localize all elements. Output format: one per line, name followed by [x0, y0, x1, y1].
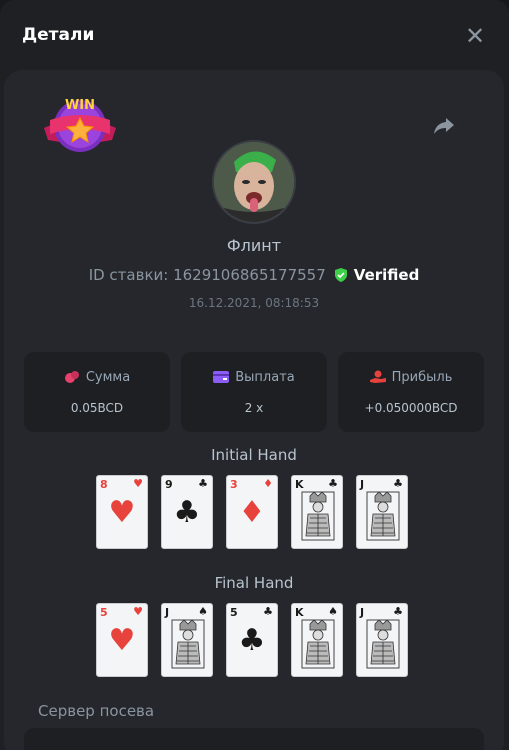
- modal-title: Детали: [22, 25, 95, 45]
- stat-profit-label: Прибыль: [391, 370, 453, 385]
- playing-card: 5 ♣ ♣: [226, 603, 278, 677]
- bet-details-panel: WIN Флинт ID ставки: 1629106865177557 Ver…: [4, 70, 504, 750]
- card-suit-icon: ♠: [328, 605, 338, 618]
- playing-card: K ♠: [291, 603, 343, 677]
- initial-hand-title: Initial Hand: [211, 446, 297, 464]
- card-suit-icon: ♥: [133, 605, 143, 618]
- card-rank: J: [360, 478, 365, 491]
- card-suit-big-icon: ♥: [108, 623, 136, 658]
- bet-id-line: ID ставки: 1629106865177557 Verified: [4, 266, 504, 284]
- playing-card: 8 ♥ ♥: [96, 475, 148, 549]
- playing-card: J ♣: [356, 603, 408, 677]
- stat-amount-label-row: Сумма: [24, 370, 170, 385]
- stat-profit: Прибыль +0.050000BCD: [338, 352, 484, 432]
- stat-amount-value: 0.05BCD: [70, 401, 124, 415]
- stat-profit-label-row: Прибыль: [338, 370, 484, 385]
- card-suit-big-icon: ♣: [173, 495, 201, 530]
- verified-shield-icon: [334, 268, 347, 282]
- server-seed-field[interactable]: [24, 728, 484, 750]
- card-rank: 3: [230, 478, 238, 491]
- details-modal: Детали ✕ WIN Флинт ID ставки: 1629106865…: [0, 0, 509, 750]
- card-rank: 8: [100, 478, 108, 491]
- win-badge-icon: WIN: [44, 98, 116, 152]
- playing-card: 3 ♦ ♦: [226, 475, 278, 549]
- bet-date: 16.12.2021, 08:18:53: [188, 296, 320, 310]
- card-suit-icon: ♦: [263, 477, 273, 490]
- card-suit-icon: ♣: [393, 477, 403, 490]
- playing-card: K ♣: [291, 475, 343, 549]
- card-suit-big-icon: ♥: [108, 495, 136, 530]
- player-name: Флинт: [226, 236, 282, 255]
- card-suit-big-icon: ♣: [238, 623, 266, 658]
- face-card-art-icon: [301, 491, 335, 541]
- stat-payout-value: 2 x: [244, 401, 264, 415]
- card-rank: 9: [165, 478, 173, 491]
- final-hand-title: Final Hand: [214, 574, 294, 592]
- avatar: [212, 140, 296, 224]
- stat-payout: Выплата 2 x: [181, 352, 327, 432]
- stat-payout-label: Выплата: [235, 370, 295, 385]
- card-suit-icon: ♣: [328, 477, 338, 490]
- wallet-icon: [213, 371, 230, 383]
- card-suit-icon: ♣: [263, 605, 273, 618]
- coins-icon: [64, 371, 79, 383]
- final-hand-cards: 5 ♥ ♥ J ♠ 5 ♣ ♣ K ♠ J ♣: [4, 603, 504, 679]
- face-card-art-icon: [366, 491, 400, 541]
- badge-text: WIN: [65, 98, 95, 113]
- card-suit-icon: ♣: [393, 605, 403, 618]
- card-suit-big-icon: ♦: [238, 495, 266, 530]
- playing-card: 9 ♣ ♣: [161, 475, 213, 549]
- card-suit-icon: ♠: [198, 605, 208, 618]
- card-rank: J: [360, 606, 365, 619]
- server-seed-label: Сервер посева: [38, 702, 155, 720]
- stat-profit-value: +0.050000BCD: [364, 401, 458, 415]
- face-card-art-icon: [366, 619, 400, 669]
- card-suit-icon: ♣: [198, 477, 208, 490]
- card-rank: 5: [230, 606, 238, 619]
- initial-hand-cards: 8 ♥ ♥ 9 ♣ ♣ 3 ♦ ♦ K ♣ J ♣: [4, 475, 504, 551]
- verified-label: Verified: [353, 266, 420, 284]
- close-icon[interactable]: ✕: [462, 24, 488, 50]
- stats-row: Сумма 0.05BCD Выплата 2 x Прибыль +0.050…: [24, 352, 484, 434]
- modal-header: Детали ✕: [0, 0, 509, 70]
- stat-amount: Сумма 0.05BCD: [24, 352, 170, 432]
- card-rank: J: [165, 606, 170, 619]
- stat-payout-label-row: Выплата: [181, 370, 327, 385]
- playing-card: 5 ♥ ♥: [96, 603, 148, 677]
- card-suit-icon: ♥: [133, 477, 143, 490]
- face-card-art-icon: [301, 619, 335, 669]
- share-icon[interactable]: [432, 114, 456, 138]
- card-rank: 5: [100, 606, 108, 619]
- stat-amount-label: Сумма: [85, 370, 131, 385]
- avatar-image: [214, 142, 294, 222]
- face-card-art-icon: [171, 619, 205, 669]
- hand-coin-icon: [369, 370, 386, 383]
- bet-id: ID ставки: 1629106865177557: [88, 266, 326, 284]
- playing-card: J ♠: [161, 603, 213, 677]
- playing-card: J ♣: [356, 475, 408, 549]
